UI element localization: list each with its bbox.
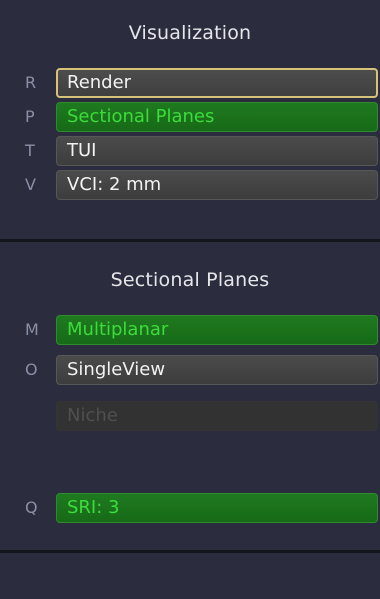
visualization-section-title: Visualization xyxy=(128,22,252,44)
niche-row: Niche xyxy=(0,401,380,431)
sri-row: Q SRI: 3 xyxy=(0,493,380,523)
tui-row: T TUI xyxy=(0,136,380,166)
tui-shortcut-key: T xyxy=(25,141,35,160)
vci-row: V VCI: 2 mm xyxy=(0,170,380,200)
render-shortcut-key: R xyxy=(25,73,37,92)
visualization-control-panel: Visualization R Render P Sectional Plane… xyxy=(0,0,380,599)
singleview-shortcut-key: O xyxy=(25,360,38,379)
tui-button[interactable]: TUI xyxy=(56,136,378,166)
sri-shortcut-key: Q xyxy=(25,498,38,517)
sectional-planes-button[interactable]: Sectional Planes xyxy=(56,102,378,132)
vci-button[interactable]: VCI: 2 mm xyxy=(56,170,378,200)
render-button[interactable]: Render xyxy=(56,68,378,98)
sectional-planes-section-title: Sectional Planes xyxy=(110,269,270,291)
sectional-planes-row: P Sectional Planes xyxy=(0,102,380,132)
multiplanar-shortcut-key: M xyxy=(25,320,39,339)
section-divider xyxy=(0,239,380,242)
singleview-row: O SingleView xyxy=(0,355,380,385)
niche-shortcut-key xyxy=(25,401,45,431)
multiplanar-button[interactable]: Multiplanar xyxy=(56,315,378,345)
bottom-empty-area xyxy=(0,553,380,599)
singleview-button[interactable]: SingleView xyxy=(56,355,378,385)
vci-shortcut-key: V xyxy=(25,175,36,194)
niche-button: Niche xyxy=(56,401,378,431)
multiplanar-row: M Multiplanar xyxy=(0,315,380,345)
sectional-planes-shortcut-key: P xyxy=(25,107,35,126)
render-row: R Render xyxy=(0,68,380,98)
sri-button[interactable]: SRI: 3 xyxy=(56,493,378,523)
